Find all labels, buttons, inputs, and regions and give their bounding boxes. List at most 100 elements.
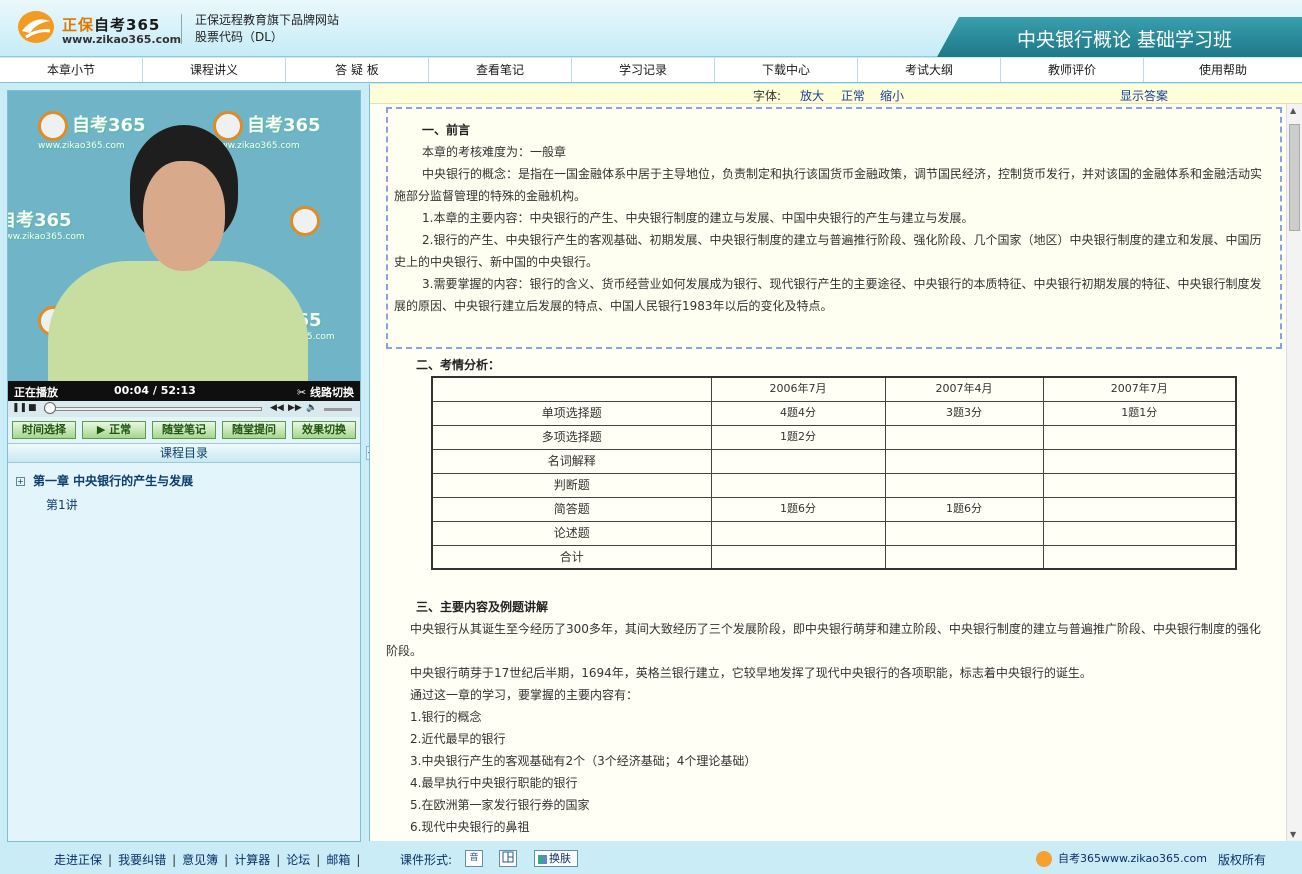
scroll-up-icon[interactable]: ▲ xyxy=(1290,106,1296,115)
time-separator: / xyxy=(152,384,157,397)
show-answer-link[interactable]: 显示答案 xyxy=(1120,87,1168,104)
skin-button[interactable]: 换肤 xyxy=(534,850,578,867)
video-status-bar: 正在播放 00:04 / 52:13 ✂ 线路切换 xyxy=(8,381,360,401)
watermark-logo-icon xyxy=(38,111,68,141)
watermark-url: www.zikao365.com xyxy=(8,232,85,242)
footer-site[interactable]: 自考365www.zikao365.com xyxy=(1036,850,1207,867)
score-cell xyxy=(1042,472,1237,498)
watermark-url: www.zikao365.com xyxy=(38,141,125,151)
tagline-line-2: 股票代码（DL） xyxy=(195,30,283,44)
format-audio-button[interactable]: 音 xyxy=(465,850,483,867)
score-cell xyxy=(1042,544,1237,570)
table-row: 合计 xyxy=(431,544,1237,570)
intro-paragraph: 2.银行的产生、中央银行产生的客观基础、初期发展、中央银行制度的建立与普遍推行阶… xyxy=(394,233,1262,269)
list-item: 6.现代中央银行的鼻祖 xyxy=(410,820,530,834)
content-scrollbar[interactable]: ▲ ▼ xyxy=(1286,104,1302,841)
footer-link-calculator[interactable]: 计算器 xyxy=(234,853,270,867)
brand-a: 正保 xyxy=(62,16,95,34)
footer-link-report-error[interactable]: 我要纠错 xyxy=(118,853,166,867)
nav-exam-outline[interactable]: 考试大纲 xyxy=(858,58,1001,82)
effect-switch-button[interactable]: 效果切换 xyxy=(292,421,356,439)
stop-icon[interactable]: ■ xyxy=(28,403,37,413)
nav-chapter-summary[interactable]: 本章小节 xyxy=(0,58,143,82)
format-layout-button[interactable] xyxy=(499,850,517,867)
main-paragraph: 中央银行萌芽于17世纪后半期，1694年，英格兰银行建立，它较早地发挥了现代中央… xyxy=(410,666,1092,680)
lecture-item[interactable]: 第1讲 xyxy=(46,496,78,513)
footer-link-feedback[interactable]: 意见簿 xyxy=(182,853,218,867)
route-switch-button[interactable]: ✂ 线路切换 xyxy=(297,384,354,400)
seek-bar[interactable] xyxy=(44,407,262,411)
score-cell: 3题3分 xyxy=(884,400,1044,426)
speed-normal-button[interactable]: ▶ 正常 xyxy=(82,421,146,439)
question-type-cell: 合计 xyxy=(431,544,712,570)
seek-handle[interactable] xyxy=(44,402,56,414)
time-select-button[interactable]: 时间选择 xyxy=(12,421,76,439)
table-header-cell xyxy=(431,376,712,402)
chapter-item[interactable]: + 第一章 中央银行的产生与发展 xyxy=(16,472,193,489)
score-cell xyxy=(884,424,1044,450)
main-nav: 本章小节 课程讲义 答 疑 板 查看笔记 学习记录 下载中心 考试大纲 教师评价… xyxy=(0,58,1302,83)
watermark-brand: 自考365 xyxy=(72,115,146,136)
scroll-down-icon[interactable]: ▼ xyxy=(1290,830,1296,839)
table-header-row: 2006年7月 2007年4月 2007年7月 xyxy=(431,376,1237,402)
rewind-icon[interactable]: ◀◀ xyxy=(270,403,284,413)
nav-qa-board[interactable]: 答 疑 板 xyxy=(286,58,429,82)
layout-icon xyxy=(502,851,514,863)
footer-separator: | xyxy=(356,853,361,867)
volume-slider[interactable] xyxy=(324,408,352,411)
nav-teacher-review[interactable]: 教师评价 xyxy=(1001,58,1144,82)
footer-separator: | xyxy=(316,853,321,867)
footer-separator: | xyxy=(108,853,113,867)
score-cell: 1题6分 xyxy=(710,496,886,522)
expand-icon[interactable]: + xyxy=(16,477,25,486)
footer-separator: | xyxy=(224,853,229,867)
score-cell: 1题6分 xyxy=(884,496,1044,522)
score-cell xyxy=(710,520,886,546)
class-notes-button[interactable]: 随堂笔记 xyxy=(152,421,216,439)
course-title: 中央银行概论 基础学习班 xyxy=(1017,29,1233,51)
catalog-title: 课程目录 xyxy=(8,443,360,463)
footer-link-about[interactable]: 走进正保 xyxy=(54,853,102,867)
score-cell xyxy=(1042,496,1237,522)
scroll-thumb[interactable] xyxy=(1289,124,1300,231)
watermark-logo-icon xyxy=(213,111,243,141)
nav-course-notes[interactable]: 课程讲义 xyxy=(143,58,286,82)
list-item: 1.银行的概念 xyxy=(410,710,482,724)
function-buttons: 时间选择 ▶ 正常 随堂笔记 随堂提问 效果切换 xyxy=(8,421,360,441)
content-panel: 字体: 放大 正常 缩小 显示答案 一、前言 本章的考核难度为：一般章 中央银行… xyxy=(369,84,1302,841)
footer: 走进正保 | 我要纠错 | 意见簿 | 计算器 | 论坛 | 邮箱 | 课件形式: 音 换肤 自考36… xyxy=(0,846,1302,874)
tagline-line-1: 正保远程教育旗下品牌网站 xyxy=(195,13,340,27)
exam-analysis-title: 二、考情分析： xyxy=(416,358,501,372)
score-cell xyxy=(1042,520,1237,546)
question-type-cell: 单项选择题 xyxy=(431,400,712,426)
tagline: 正保远程教育旗下品牌网站 股票代码（DL） xyxy=(195,12,339,46)
main-content-body: 中央银行从其诞生至今经历了300多年，其间大致经历了三个发展阶段，即中央银行萌芽… xyxy=(386,618,1270,838)
player-controls: ❚❚ ■ ◀◀ ▶▶ 🔈 xyxy=(8,401,360,417)
class-question-button[interactable]: 随堂提问 xyxy=(222,421,286,439)
table-row: 论述题 xyxy=(431,520,1237,546)
video-watermark: 自考365www.zikao365.com xyxy=(8,206,85,242)
list-item: 2.近代最早的银行 xyxy=(410,732,506,746)
score-cell xyxy=(884,520,1044,546)
nav-help[interactable]: 使用帮助 xyxy=(1144,58,1302,82)
content-toolbar: 字体: 放大 正常 缩小 显示答案 xyxy=(370,84,1302,104)
nav-download-center[interactable]: 下载中心 xyxy=(715,58,858,82)
list-item: 3.中央银行产生的客观基础有2个（3个经济基础；4个理论基础） xyxy=(410,754,757,768)
font-normal-link[interactable]: 正常 xyxy=(841,87,865,104)
footer-link-forum[interactable]: 论坛 xyxy=(286,853,310,867)
footer-link-mail[interactable]: 邮箱 xyxy=(326,853,350,867)
font-zoom-in-link[interactable]: 放大 xyxy=(800,87,824,104)
score-cell: 4题4分 xyxy=(710,400,886,426)
score-cell: 1题1分 xyxy=(1042,400,1237,426)
pause-icon[interactable]: ❚❚ xyxy=(12,403,27,413)
font-zoom-out-link[interactable]: 缩小 xyxy=(880,87,904,104)
nav-study-record[interactable]: 学习记录 xyxy=(572,58,715,82)
course-banner: 中央银行概论 基础学习班 xyxy=(937,17,1302,57)
nav-view-notes[interactable]: 查看笔记 xyxy=(429,58,572,82)
video-player[interactable]: 自考365 www.zikao365.com 自考365 www.zikao365.… xyxy=(8,91,360,381)
skin-label: 换肤 xyxy=(549,852,571,865)
volume-icon[interactable]: 🔈 xyxy=(306,403,317,413)
forward-icon[interactable]: ▶▶ xyxy=(288,403,302,413)
time-current: 00:04 xyxy=(114,384,150,397)
intro-paragraph: 3.需要掌握的内容：银行的含义、货币经营业如何发展成为银行、现代银行产生的主要途… xyxy=(394,277,1262,313)
